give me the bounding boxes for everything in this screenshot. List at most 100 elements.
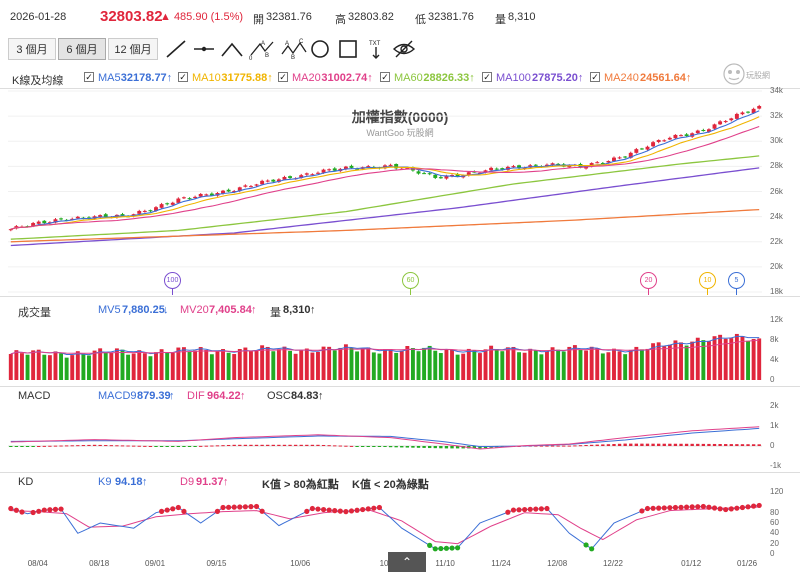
- k9-value: 94.18: [115, 476, 143, 488]
- date-tick: 10/06: [290, 559, 311, 568]
- osc-bar: [327, 445, 331, 447]
- macd-chart[interactable]: [8, 404, 762, 470]
- kd-overbought-dot: [672, 504, 679, 511]
- ma-toggle-checkbox[interactable]: ✓: [590, 72, 600, 82]
- volume-bar: [639, 349, 644, 380]
- ma-toggle-checkbox[interactable]: ✓: [178, 72, 188, 82]
- kd-chart[interactable]: [8, 490, 762, 558]
- osc-bar: [735, 444, 739, 446]
- text-tool-label: TXT: [369, 41, 381, 47]
- osc-bar: [37, 446, 41, 447]
- collapse-button[interactable]: ⌃: [388, 552, 426, 572]
- volume-bar: [416, 351, 421, 380]
- volume-bar: [36, 349, 41, 380]
- volume-bar: [64, 357, 69, 380]
- period-6m-button[interactable]: 6 個月: [58, 38, 106, 60]
- ma-start-badge[interactable]: 10: [699, 272, 716, 289]
- candle-body: [489, 167, 494, 171]
- kd-overbought-dot: [58, 506, 64, 512]
- macd9-label: MACD9: [98, 390, 137, 402]
- volume-bar: [126, 354, 131, 380]
- volume-bar: [751, 338, 756, 380]
- macd-y-tick: 0: [770, 441, 775, 450]
- horizontal-line-tool-icon[interactable]: [192, 38, 216, 60]
- osc-bar: [656, 443, 661, 446]
- ma-toggle-checkbox[interactable]: ✓: [278, 72, 288, 82]
- osc-bar: [64, 445, 69, 447]
- toolbar: 3 個月 6 個月 12 個月 A 0 B A C B TXT: [0, 36, 800, 64]
- volume-bar: [142, 353, 147, 380]
- text-tool-icon[interactable]: TXT: [364, 38, 388, 60]
- osc-bar: [120, 445, 125, 447]
- volume-value: 8,310: [508, 11, 536, 23]
- volume-chart[interactable]: [8, 318, 762, 384]
- osc-bar: [25, 446, 30, 447]
- osc-bar: [254, 444, 259, 446]
- quote-header: 2026-01-28 32803.82 ▲ 485.90 (1.5%) 開 32…: [0, 0, 800, 36]
- osc-bar: [76, 445, 80, 447]
- hide-drawings-icon[interactable]: [392, 38, 416, 60]
- abc-pattern-tool-icon[interactable]: A 0 B: [248, 38, 276, 60]
- volume-bar: [288, 350, 293, 380]
- kd-oversold-dot: [449, 545, 455, 551]
- price-y-tick: 20k: [770, 261, 783, 271]
- line-tool-icon[interactable]: [164, 38, 188, 60]
- kd-overbought-dot: [639, 508, 645, 514]
- osc-value: 84.83: [291, 390, 319, 402]
- kd-legend-title: KD: [18, 476, 34, 488]
- mv5-value: 7,880.25: [122, 304, 165, 316]
- osc-bar: [193, 446, 197, 447]
- ma-start-badge[interactable]: 60: [402, 272, 419, 289]
- candle-body: [416, 171, 421, 174]
- volume-bar: [271, 351, 276, 380]
- rectangle-tool-icon[interactable]: [336, 38, 360, 60]
- ma-toggle-checkbox[interactable]: ✓: [482, 72, 492, 82]
- angle-tool-icon[interactable]: [220, 38, 244, 60]
- volume-bar: [695, 337, 700, 380]
- date-tick: 08/04: [27, 559, 48, 568]
- volume-bar: [628, 349, 633, 380]
- candle-body: [142, 210, 147, 212]
- ma-start-badge[interactable]: 100: [164, 272, 181, 289]
- volume-bar: [187, 351, 192, 380]
- abcd-pattern-tool-icon[interactable]: A C B: [280, 38, 308, 60]
- osc-bar: [42, 445, 46, 447]
- osc-bar: [578, 445, 583, 447]
- osc-bar: [59, 445, 63, 447]
- ma-start-badge[interactable]: 20: [640, 272, 657, 289]
- period-3m-button[interactable]: 3 個月: [8, 38, 56, 60]
- osc-bar: [562, 445, 566, 447]
- volume-bar: [645, 348, 650, 380]
- mv5-label: MV5: [98, 304, 121, 316]
- d9-label: D9: [180, 476, 195, 488]
- svg-text:0: 0: [249, 56, 253, 60]
- kd-oversold-dot: [455, 545, 461, 551]
- candle-body: [332, 168, 337, 171]
- candle-body: [595, 162, 600, 164]
- ma-start-badge[interactable]: 5: [728, 272, 745, 289]
- volume-bar: [489, 345, 494, 380]
- period-12m-button[interactable]: 12 個月: [108, 38, 158, 60]
- osc-bar: [718, 444, 722, 446]
- ma-toggle-checkbox[interactable]: ✓: [84, 72, 94, 82]
- circle-tool-icon[interactable]: [308, 38, 332, 60]
- price-chart[interactable]: [8, 89, 762, 296]
- volume-bar: [662, 346, 667, 380]
- volume-bar: [444, 349, 449, 380]
- osc-bar: [249, 444, 253, 446]
- separator: [0, 386, 800, 387]
- ma-label: MA100: [496, 72, 531, 84]
- osc-bar: [724, 444, 728, 446]
- ma-toggle-checkbox[interactable]: ✓: [380, 72, 390, 82]
- osc-bar: [617, 443, 622, 446]
- volume-bar: [712, 336, 717, 380]
- open-label: 開: [253, 14, 264, 26]
- candle-body: [304, 173, 309, 175]
- osc-bar: [215, 445, 220, 447]
- osc-bar: [221, 445, 225, 447]
- osc-bar: [277, 444, 281, 446]
- osc-bar: [383, 446, 387, 448]
- ma-value: 31002.74↑: [321, 72, 373, 84]
- osc-bar: [673, 443, 678, 446]
- quote-price: 32803.82: [100, 8, 163, 25]
